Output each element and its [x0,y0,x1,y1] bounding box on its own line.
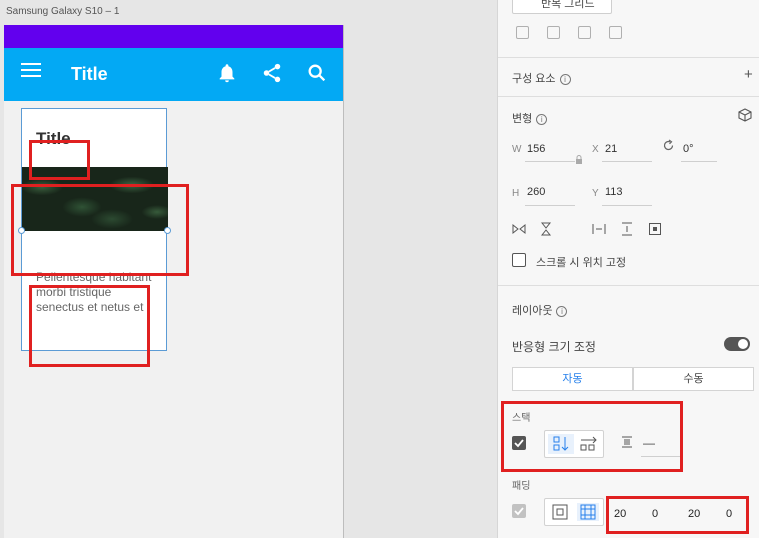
padding-checkbox[interactable] [512,504,526,518]
artboard-label[interactable]: Samsung Galaxy S10 – 1 [6,6,119,17]
distribute-vertical-icon[interactable] [620,222,634,236]
menu-icon[interactable] [21,63,41,81]
info-icon[interactable]: i [536,113,548,125]
fix-position-checkbox[interactable] [512,253,526,267]
boolean-intersect-icon[interactable] [578,26,591,39]
rotation-underline [681,161,717,162]
3d-transform-icon[interactable] [738,108,752,122]
divider [498,96,759,97]
width-field[interactable]: 156 [527,143,545,155]
highlight-box-body [29,285,150,367]
repeat-grid-label: 반복 그리드 [541,0,595,10]
transform-section-header: 변형 i [512,110,548,126]
design-canvas[interactable]: Samsung Galaxy S10 – 1 Title Title Pelle… [0,0,497,538]
x-label: X [592,144,599,155]
padding-mode-group [544,498,604,526]
padding-label: 패딩 [512,481,531,492]
app-bar[interactable]: Title [4,48,343,101]
add-component-button[interactable]: + [744,66,753,83]
tab-auto[interactable]: 자동 [512,367,633,391]
highlight-box-title [29,140,90,180]
padding-uniform-icon[interactable] [549,503,571,521]
lock-aspect-icon[interactable] [575,155,583,164]
width-label: W [512,144,522,155]
rotation-field[interactable]: 0° [683,143,694,155]
share-icon[interactable] [261,62,283,84]
property-inspector: 반복 그리드 구성 요소 i + 변형 i W 156 X 21 0° H 260 … [497,0,759,538]
y-field[interactable]: 113 [605,186,623,198]
layout-label: 레이아웃 [512,305,553,317]
rotate-icon [663,139,674,151]
spacing-icon[interactable] [648,222,662,236]
fix-position-label: 스크롤 시 위치 고정 [536,257,627,269]
divider [498,285,759,286]
height-label: H [512,188,520,199]
highlight-box-image [11,184,189,276]
components-section-header: 구성 요소 i [512,70,571,86]
height-underline [525,205,575,206]
components-label: 구성 요소 [512,73,556,85]
app-bar-title: Title [71,64,108,84]
flip-vertical-icon[interactable] [539,222,553,236]
transform-label: 변형 [512,113,533,125]
y-label: Y [592,188,599,199]
repeat-grid-button[interactable]: 반복 그리드 [512,0,612,14]
info-icon[interactable]: i [559,73,571,85]
width-underline [525,161,575,162]
responsive-resize-label: 반응형 크기 조정 [512,340,596,354]
search-icon[interactable] [306,62,328,84]
y-underline [602,205,652,206]
flip-horizontal-icon[interactable] [512,222,526,236]
boolean-subtract-icon[interactable] [547,26,560,39]
highlight-box-stack [501,401,683,472]
layout-section-header: 레이아웃 i [512,302,568,318]
padding-individual-icon[interactable] [577,503,599,521]
distribute-horizontal-icon[interactable] [592,222,606,236]
highlight-box-padding [606,496,749,534]
boolean-exclude-icon[interactable] [609,26,622,39]
boolean-add-icon[interactable] [516,26,529,39]
info-icon[interactable]: i [556,305,568,317]
height-field[interactable]: 260 [527,186,545,198]
x-underline [602,161,652,162]
x-field[interactable]: 21 [605,143,617,155]
status-bar [4,25,343,48]
bell-icon[interactable] [216,62,238,84]
responsive-resize-toggle[interactable] [724,337,750,351]
tab-manual[interactable]: 수동 [633,367,754,391]
divider [498,57,759,58]
